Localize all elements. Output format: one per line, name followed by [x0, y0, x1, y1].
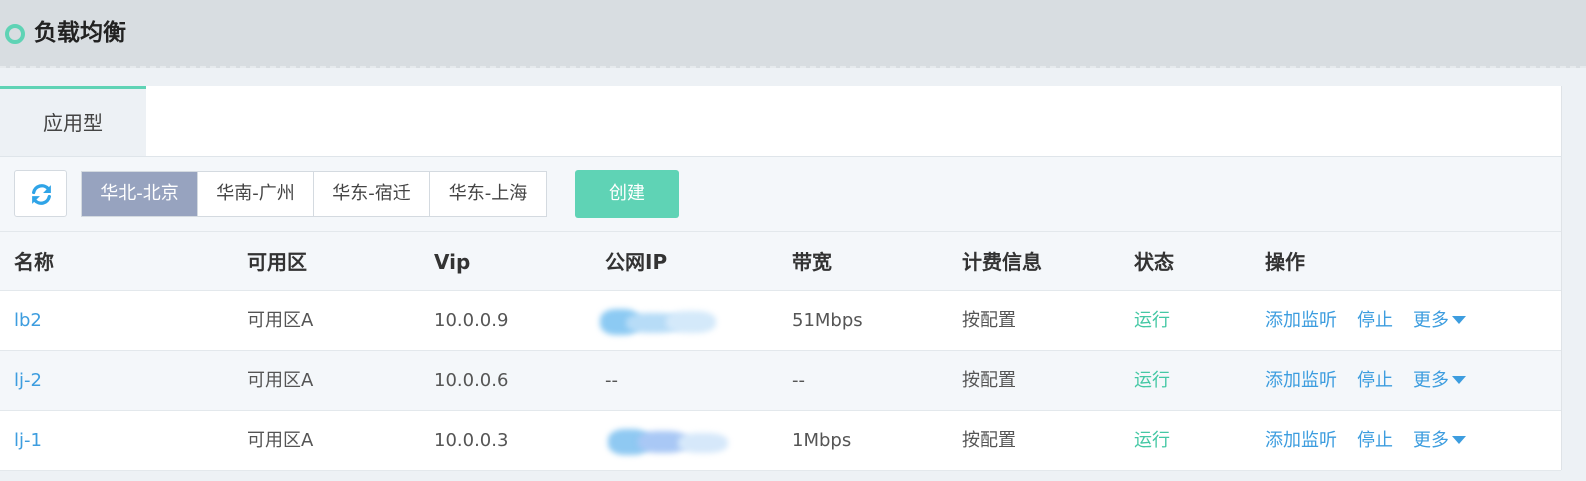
refresh-icon	[32, 184, 51, 205]
table-header: 名称 可用区 Vip 公网IP 带宽 计费信息 状态 操作	[0, 231, 1561, 291]
tab-application[interactable]: 应用型	[0, 86, 146, 156]
lb-name-link[interactable]: lb2	[14, 291, 42, 351]
bandwidth-cell: 51Mbps	[792, 310, 863, 331]
caret-down-icon	[1452, 436, 1466, 444]
public-ip-redacted	[604, 425, 739, 459]
region-selector: 华北-北京 华南-广州 华东-宿迁 华东-上海	[81, 171, 547, 217]
refresh-button[interactable]	[14, 170, 67, 217]
status-badge: 运行	[1134, 430, 1170, 451]
more-label: 更多	[1413, 430, 1449, 451]
more-label: 更多	[1413, 310, 1449, 331]
vip-cell: 10.0.0.3	[434, 430, 509, 451]
more-menu[interactable]: 更多	[1413, 351, 1466, 411]
bandwidth-cell: 1Mbps	[792, 430, 852, 451]
create-button[interactable]: 创建	[575, 170, 679, 218]
zone-cell: 可用区A	[247, 430, 314, 451]
status-badge: 运行	[1134, 310, 1170, 331]
zone-cell: 可用区A	[247, 310, 314, 331]
region-huabei-beijing[interactable]: 华北-北京	[82, 172, 198, 216]
stop-link[interactable]: 停止	[1357, 351, 1393, 411]
stop-link[interactable]: 停止	[1357, 291, 1393, 351]
page-title: 负载均衡	[34, 20, 126, 46]
more-menu[interactable]: 更多	[1413, 411, 1466, 471]
column-header-vip: Vip	[434, 250, 471, 274]
zone-cell: 可用区A	[247, 370, 314, 391]
bandwidth-cell: --	[792, 370, 805, 391]
region-huanan-guangzhou[interactable]: 华南-广州	[198, 172, 314, 216]
vip-cell: 10.0.0.6	[434, 370, 509, 391]
status-badge: 运行	[1134, 370, 1170, 391]
add-listener-link[interactable]: 添加监听	[1265, 411, 1337, 471]
billing-cell: 按配置	[962, 430, 1016, 451]
column-header-zone: 可用区	[247, 250, 307, 274]
add-listener-link[interactable]: 添加监听	[1265, 291, 1337, 351]
public-ip-redacted	[596, 305, 731, 339]
caret-down-icon	[1452, 316, 1466, 324]
region-huadong-shanghai[interactable]: 华东-上海	[430, 172, 546, 216]
table-row: lj-1 可用区A 10.0.0.3 1Mbps 按配置 运行 添加监听 停止 …	[0, 411, 1561, 471]
billing-cell: 按配置	[962, 370, 1016, 391]
more-menu[interactable]: 更多	[1413, 291, 1466, 351]
tab-strip: 应用型	[0, 86, 1562, 156]
vip-cell: 10.0.0.9	[434, 310, 509, 331]
lb-name-link[interactable]: lj-1	[14, 411, 42, 471]
lb-name-link[interactable]: lj-2	[14, 351, 42, 411]
column-header-status: 状态	[1134, 250, 1174, 274]
caret-down-icon	[1452, 376, 1466, 384]
circle-icon	[5, 24, 25, 44]
public-ip-cell: --	[605, 370, 618, 391]
column-header-bandwidth: 带宽	[792, 250, 832, 274]
toolbar: 华北-北京 华南-广州 华东-宿迁 华东-上海 创建	[0, 157, 1561, 231]
column-header-billing: 计费信息	[962, 250, 1042, 274]
region-huadong-suqian[interactable]: 华东-宿迁	[314, 172, 430, 216]
table-row: lb2 可用区A 10.0.0.9 51Mbps 按配置 运行 添加监听 停止 …	[0, 291, 1561, 351]
more-label: 更多	[1413, 370, 1449, 391]
divider	[1561, 86, 1562, 156]
column-header-public-ip: 公网IP	[605, 250, 668, 274]
column-header-name: 名称	[14, 250, 54, 274]
load-balancer-table: 名称 可用区 Vip 公网IP 带宽 计费信息 状态 操作 lb2 可用区A 1…	[0, 231, 1561, 471]
billing-cell: 按配置	[962, 310, 1016, 331]
page-header: 负载均衡	[0, 0, 1586, 68]
table-row: lj-2 可用区A 10.0.0.6 -- -- 按配置 运行 添加监听 停止 …	[0, 351, 1561, 411]
stop-link[interactable]: 停止	[1357, 411, 1393, 471]
add-listener-link[interactable]: 添加监听	[1265, 351, 1337, 411]
column-header-operations: 操作	[1265, 250, 1305, 274]
main-content: 华北-北京 华南-广州 华东-宿迁 华东-上海 创建 名称 可用区 Vip 公网…	[0, 156, 1562, 471]
